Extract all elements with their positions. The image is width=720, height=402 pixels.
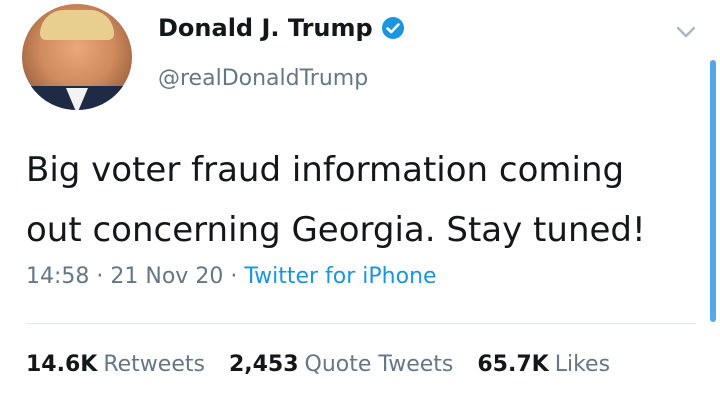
tweet-source-link[interactable]: Twitter for iPhone [244, 264, 436, 289]
retweets-count: 14.6K [26, 352, 98, 377]
tweet-time[interactable]: 14:58 [26, 264, 89, 289]
avatar-hair [40, 10, 114, 40]
author-name[interactable]: Donald J. Trump [158, 14, 373, 42]
tweet-text-line-2: out concerning Georgia. Stay tuned! [26, 210, 646, 250]
scrollbar[interactable] [710, 60, 716, 322]
tweet-date[interactable]: 21 Nov 20 [110, 264, 223, 289]
likes-stat[interactable]: 65.7K Likes [477, 352, 610, 377]
retweets-stat[interactable]: 14.6K Retweets [26, 352, 205, 377]
retweets-label: Retweets [103, 352, 205, 377]
verified-badge-icon [381, 16, 405, 40]
author-handle[interactable]: @realDonaldTrump [158, 66, 368, 91]
meta-separator: · [230, 264, 238, 289]
likes-label: Likes [554, 352, 611, 377]
tweet-text-line-1: Big voter fraud information coming [26, 150, 625, 190]
divider [26, 323, 696, 324]
tweet-stats: 14.6K Retweets 2,453 Quote Tweets 65.7K Lik… [26, 352, 610, 377]
author-name-row: Donald J. Trump [158, 14, 405, 42]
avatar[interactable] [22, 4, 132, 110]
quote-tweets-label: Quote Tweets [304, 352, 454, 377]
tweet-meta: 14:58 · 21 Nov 20 · Twitter for iPhone [26, 264, 437, 289]
quote-tweets-count: 2,453 [228, 352, 299, 377]
tweet-text: Big voter fraud information coming out c… [26, 140, 696, 260]
meta-separator: · [96, 264, 104, 289]
likes-count: 65.7K [477, 352, 549, 377]
chevron-down-icon[interactable] [674, 22, 698, 42]
quote-tweets-stat[interactable]: 2,453 Quote Tweets [229, 352, 453, 377]
